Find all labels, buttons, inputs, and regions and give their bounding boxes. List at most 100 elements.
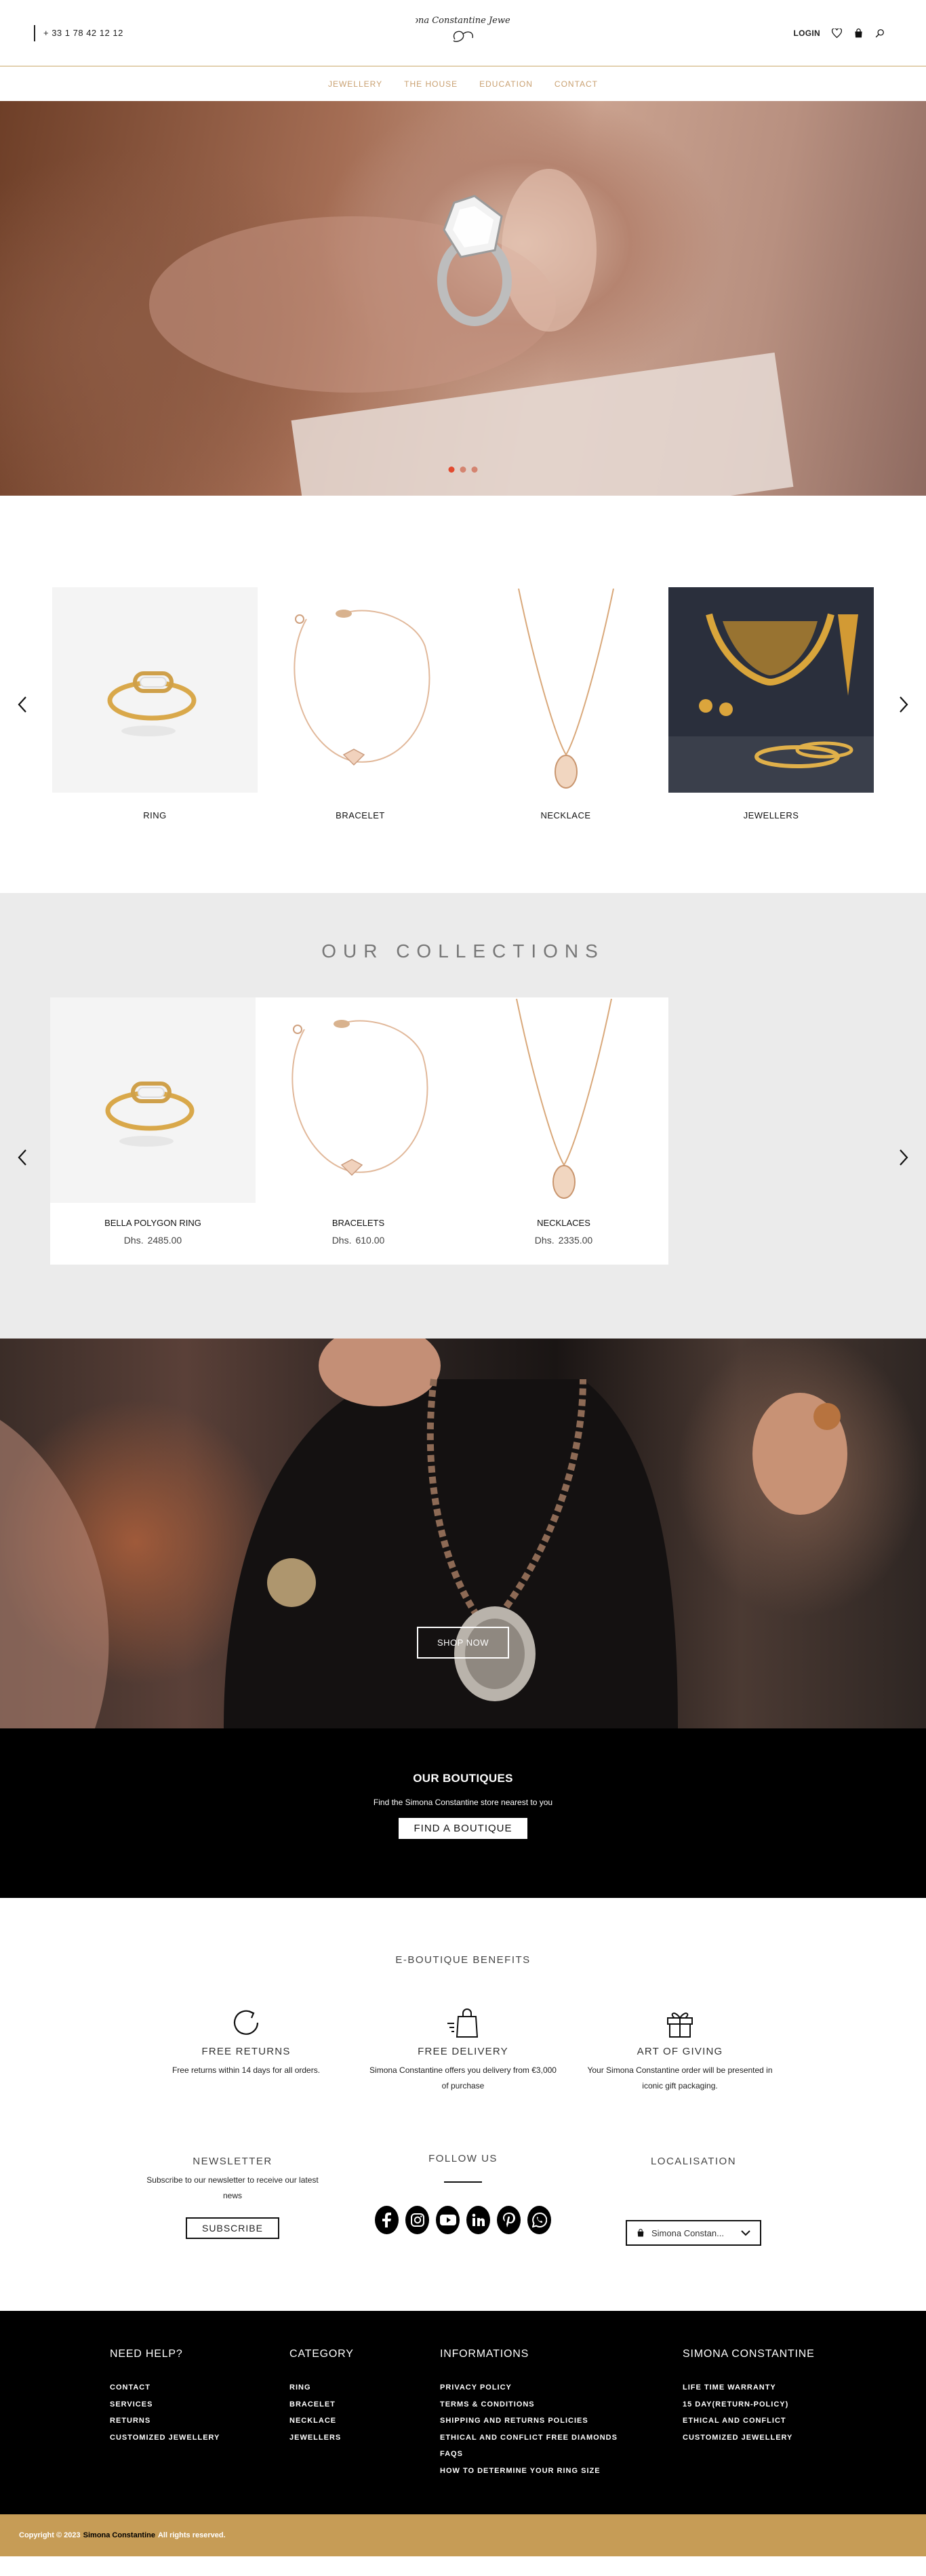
- footer-link-faqs[interactable]: FAQS: [440, 2446, 683, 2463]
- shop-now-button[interactable]: SHOP NOW: [417, 1627, 509, 1659]
- nav-item-the-house[interactable]: THE HOUSE: [404, 79, 458, 89]
- price-value: 2335.00: [558, 1235, 593, 1246]
- collections-next-chevron-icon[interactable]: [893, 1147, 914, 1168]
- product-price: Dhs. 2335.00: [461, 1235, 666, 1246]
- footer-link-bracelet[interactable]: BRACELET: [289, 2396, 440, 2413]
- footer-link-ethical-diamonds[interactable]: ETHICAL AND CONFLICT FREE DIAMONDS: [440, 2430, 683, 2446]
- product-image-bracelet: [256, 997, 461, 1203]
- footer-link-warranty[interactable]: LIFE TIME WARRANTY: [683, 2379, 845, 2396]
- product-price: Dhs. 2485.00: [50, 1235, 256, 1246]
- follow-title: FOLLOW US: [428, 2153, 498, 2164]
- category-image-jewellers: [668, 587, 874, 793]
- boutiques-section: OUR BOUTIQUES Find the Simona Constantin…: [0, 1728, 926, 1898]
- benefit-text: Free returns within 14 days for all orde…: [172, 2065, 321, 2075]
- benefit-text: Your Simona Constantine order will be pr…: [587, 2065, 773, 2090]
- hero-dot-1[interactable]: [448, 467, 455, 473]
- hero-dot-2[interactable]: [460, 467, 466, 473]
- category-prev-chevron-icon[interactable]: [12, 694, 33, 715]
- category-card-necklace[interactable]: NECKLACE: [463, 587, 668, 820]
- category-card-jewellers[interactable]: JEWELLERS: [668, 587, 874, 820]
- footer-link-necklace[interactable]: NECKLACE: [289, 2413, 440, 2430]
- shopping-bag-delivery-icon: [368, 2005, 558, 2040]
- footer-group-category: CATEGORY RING BRACELET NECKLACE JEWELLER…: [289, 2348, 440, 2514]
- site-header: + 33 1 78 42 12 12 Simona Constantine Je…: [0, 0, 926, 101]
- product-image-ring: [50, 997, 256, 1203]
- product-card-necklaces[interactable]: NECKLACES Dhs. 2335.00: [461, 997, 666, 1265]
- chevron-down-icon: [741, 2228, 750, 2238]
- category-row: RING BRACELET NECKLACE JEWELLERS: [0, 587, 926, 820]
- header-actions: LOGIN: [794, 28, 886, 39]
- logo[interactable]: Simona Constantine Jewellery: [396, 9, 531, 45]
- footer-link-return-policy[interactable]: 15 DAY(RETURN-POLICY): [683, 2396, 845, 2413]
- localisation-select[interactable]: Simona Constan...: [626, 2220, 761, 2246]
- footer-link-contact[interactable]: CONTACT: [110, 2379, 289, 2396]
- copyright-bar: Copyright © 2023 Simona Constantine All …: [0, 2514, 926, 2556]
- nav-item-contact[interactable]: CONTACT: [555, 79, 598, 89]
- price-value: 2485.00: [147, 1235, 182, 1246]
- category-next-chevron-icon[interactable]: [893, 694, 914, 715]
- product-card-bracelets[interactable]: BRACELETS Dhs. 610.00: [256, 997, 461, 1265]
- footer-link-customized-jewellery[interactable]: CUSTOMIZED JEWELLERY: [110, 2430, 289, 2446]
- follow-column: FOLLOW US: [375, 2153, 551, 2311]
- phone-text: + 33 1 78 42 12 12: [43, 28, 123, 38]
- follow-divider: [444, 2181, 482, 2183]
- benefit-text: Simona Constantine offers you delivery f…: [369, 2065, 557, 2090]
- instagram-icon[interactable]: [405, 2206, 429, 2234]
- category-carousel: RING BRACELET NECKLACE JEWELLERS: [0, 496, 926, 893]
- footer-link-ring-size[interactable]: HOW TO DETERMINE YOUR RING SIZE: [440, 2463, 683, 2480]
- youtube-icon[interactable]: [436, 2206, 460, 2234]
- find-boutique-button[interactable]: FIND A BOUTIQUE: [399, 1818, 527, 1839]
- benefits-row: FREE RETURNS Free returns within 14 days…: [0, 2005, 926, 2094]
- site-footer: NEED HELP? CONTACT SERVICES RETURNS CUST…: [0, 2311, 926, 2514]
- collections-row: BELLA POLYGON RING Dhs. 2485.00 BRACELETS…: [50, 997, 668, 1265]
- nav-item-education[interactable]: EDUCATION: [479, 79, 533, 89]
- newsletter-title: NEWSLETTER: [193, 2156, 273, 2167]
- login-link[interactable]: LOGIN: [794, 28, 821, 38]
- collections-title: OUR COLLECTIONS: [321, 940, 605, 962]
- footer-group-help: NEED HELP? CONTACT SERVICES RETURNS CUST…: [110, 2348, 289, 2514]
- category-image-ring: [52, 587, 258, 793]
- footer-group-title: NEED HELP?: [110, 2348, 183, 2360]
- boutiques-title: OUR BOUTIQUES: [413, 1772, 513, 1785]
- product-price: Dhs. 610.00: [256, 1235, 461, 1246]
- footer-group-simona-constantine: SIMONA CONSTANTINE LIFE TIME WARRANTY 15…: [683, 2348, 845, 2514]
- footer-link-ethical-conflict[interactable]: ETHICAL AND CONFLICT: [683, 2413, 845, 2430]
- footer-link-returns[interactable]: RETURNS: [110, 2413, 289, 2430]
- footer-link-privacy-policy[interactable]: PRIVACY POLICY: [440, 2379, 683, 2396]
- hero-ring-image: [149, 169, 794, 496]
- category-card-ring[interactable]: RING: [52, 587, 258, 820]
- footer-link-terms[interactable]: TERMS & CONDITIONS: [440, 2396, 683, 2413]
- facebook-icon[interactable]: [375, 2206, 399, 2234]
- top-bar: + 33 1 78 42 12 12 Simona Constantine Je…: [0, 0, 926, 66]
- collections-section: OUR COLLECTIONS BELLA POLYGON RING Dhs. 2…: [0, 893, 926, 1339]
- cart-bag-icon[interactable]: [853, 28, 864, 39]
- category-card-bracelet[interactable]: BRACELET: [258, 587, 463, 820]
- footer-link-customized-jewellery-2[interactable]: CUSTOMIZED JEWELLERY: [683, 2430, 845, 2446]
- hero-dot-3[interactable]: [471, 467, 478, 473]
- search-icon[interactable]: [874, 28, 885, 39]
- copyright-brand[interactable]: Simona Constantine: [83, 2531, 155, 2539]
- wishlist-heart-icon[interactable]: [831, 28, 842, 39]
- copyright-suffix: All rights reserved.: [157, 2531, 226, 2539]
- footer-link-jewellers[interactable]: JEWELLERS: [289, 2430, 440, 2446]
- collections-prev-chevron-icon[interactable]: [12, 1147, 33, 1168]
- phone-number[interactable]: + 33 1 78 42 12 12: [34, 24, 123, 41]
- nav-item-jewellery[interactable]: JEWELLERY: [328, 79, 382, 89]
- price-currency: Dhs.: [534, 1235, 555, 1246]
- product-card-bella-polygon-ring[interactable]: BELLA POLYGON RING Dhs. 2485.00: [50, 997, 256, 1265]
- localisation-value: Simona Constan...: [651, 2227, 724, 2238]
- subscribe-button[interactable]: SUBSCRIBE: [186, 2217, 279, 2239]
- footer-link-services[interactable]: SERVICES: [110, 2396, 289, 2413]
- refresh-arrow-icon: [151, 2005, 341, 2040]
- benefit-title: FREE RETURNS: [201, 2046, 291, 2057]
- linkedin-icon[interactable]: [466, 2206, 490, 2234]
- footer-group-title: INFORMATIONS: [440, 2348, 529, 2360]
- footer-link-ring[interactable]: RING: [289, 2379, 440, 2396]
- newsletter-follow-section: NEWSLETTER Subscribe to our newsletter t…: [0, 2149, 926, 2311]
- hero-slider[interactable]: [0, 101, 926, 496]
- pinterest-icon[interactable]: [497, 2206, 521, 2234]
- whatsapp-icon[interactable]: [527, 2206, 551, 2234]
- footer-group-title: CATEGORY: [289, 2348, 354, 2360]
- category-image-bracelet: [258, 587, 463, 793]
- footer-link-shipping-returns[interactable]: SHIPPING AND RETURNS POLICIES: [440, 2413, 683, 2430]
